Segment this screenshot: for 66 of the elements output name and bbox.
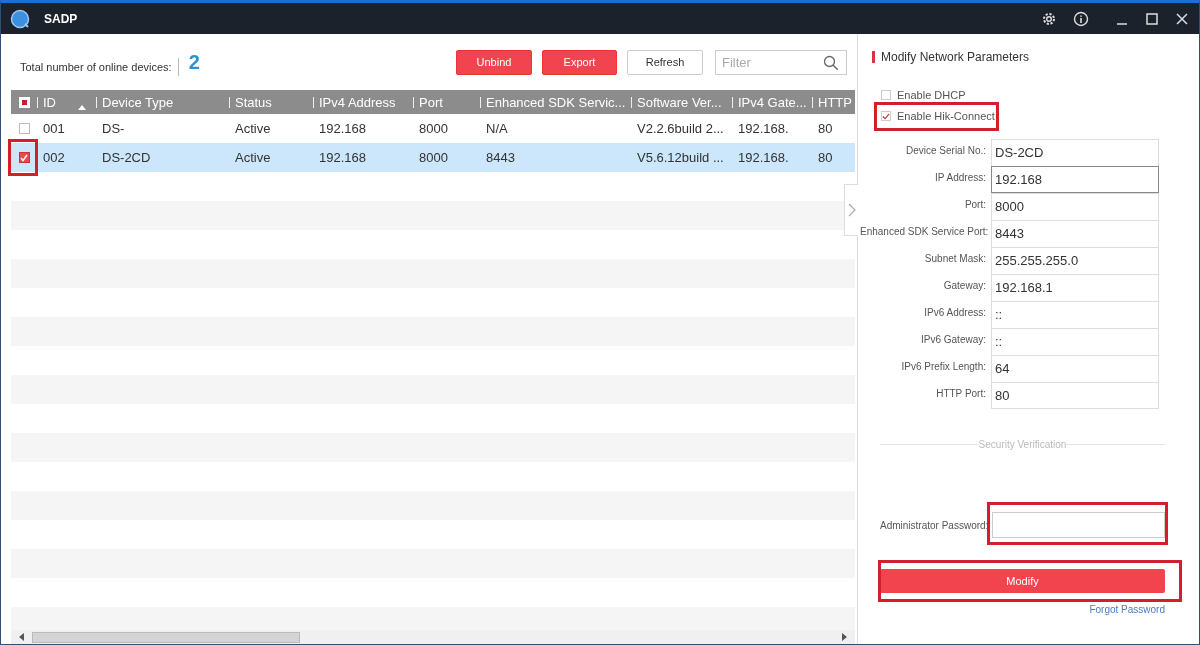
settings-icon[interactable] bbox=[1041, 10, 1057, 27]
maximize-icon[interactable] bbox=[1145, 11, 1159, 26]
field-label: IPv6 Gateway: bbox=[919, 333, 986, 347]
table-cell-text: 001 bbox=[42, 120, 66, 138]
select-all-checkbox[interactable] bbox=[18, 96, 30, 108]
table-cell-text: DS-2CD bbox=[101, 149, 152, 167]
field-label: Gateway: bbox=[942, 279, 986, 293]
table-cell-text: DS- bbox=[101, 120, 126, 138]
option-label: Enable Hik-Connect bbox=[897, 110, 995, 122]
field-label: IPv6 Address: bbox=[923, 306, 986, 320]
table-cell-text: 80 bbox=[817, 120, 834, 138]
device-count: 2 bbox=[188, 50, 200, 74]
field-label: Administrator Password: bbox=[880, 519, 989, 531]
input-field[interactable]: 80 bbox=[991, 382, 1159, 409]
input-field[interactable]: :: bbox=[991, 301, 1159, 328]
field-label: Enhanced SDK Service Port: bbox=[860, 225, 986, 239]
input-field[interactable]: 8000 bbox=[991, 193, 1159, 220]
table-cell-text: Active bbox=[234, 120, 272, 138]
info-icon[interactable] bbox=[1073, 10, 1089, 27]
field-label: Port: bbox=[963, 198, 986, 212]
password-field[interactable] bbox=[992, 512, 1165, 538]
field-label: IP Address: bbox=[934, 171, 986, 185]
input-field[interactable]: 255.255.255.0 bbox=[991, 247, 1159, 274]
table-cell-text: 80 bbox=[817, 149, 834, 167]
device-count-label: Total number of online devices: bbox=[20, 58, 179, 76]
forgot-password-link[interactable]: Forgot Password bbox=[1089, 604, 1165, 615]
table-cell-text: 192.168 bbox=[318, 149, 367, 167]
input-field[interactable]: 64 bbox=[991, 355, 1159, 382]
table-cell-text: V5.6.12build ... bbox=[636, 149, 725, 167]
close-icon[interactable] bbox=[1175, 11, 1189, 26]
field-label: Device Serial No.: bbox=[904, 144, 986, 158]
toolbar-button[interactable]: Unbind bbox=[456, 49, 532, 75]
toolbar-button[interactable]: Refresh bbox=[627, 49, 703, 75]
table-cell-text: 192.168. bbox=[737, 149, 790, 167]
section-heading: Security Verification bbox=[978, 439, 1067, 450]
input-field[interactable]: :: bbox=[991, 328, 1159, 355]
table-cell-text: V2.2.6build 2... bbox=[636, 120, 725, 138]
table-cell-text: Active bbox=[234, 149, 272, 167]
sort-up-icon bbox=[78, 103, 86, 110]
input-field[interactable]: DS-2CD bbox=[991, 139, 1159, 166]
field-label: HTTP Port: bbox=[935, 387, 986, 401]
field-label: Subnet Mask: bbox=[923, 252, 986, 266]
search-icon[interactable] bbox=[823, 54, 839, 71]
table-cell-text: 8000 bbox=[418, 149, 449, 167]
panel-title: Modify Network Parameters bbox=[872, 51, 1165, 63]
app-logo-icon[interactable] bbox=[10, 8, 30, 29]
option-label: Enable DHCP bbox=[897, 89, 966, 101]
window-title: SADP bbox=[44, 11, 78, 26]
table-cell-text: 192.168 bbox=[318, 120, 367, 138]
row-checkbox[interactable] bbox=[18, 123, 30, 134]
modify-button[interactable]: Modify bbox=[880, 569, 1165, 593]
input-field[interactable]: 192.168 bbox=[991, 166, 1159, 193]
panel-toggle-tab[interactable] bbox=[844, 184, 858, 236]
toolbar-button[interactable]: Export bbox=[542, 49, 617, 75]
filter-field[interactable]: Filter bbox=[715, 49, 847, 75]
table-cell-text: 002 bbox=[42, 149, 66, 167]
input-field[interactable]: 8443 bbox=[991, 220, 1159, 247]
input-field[interactable]: 192.168.1 bbox=[991, 274, 1159, 301]
table-cell-text: 8000 bbox=[418, 120, 449, 138]
row-checkbox[interactable] bbox=[18, 152, 30, 163]
table-cell-text: 8443 bbox=[485, 149, 516, 167]
table-row[interactable]: 002 DS-2CD Active 192.168 8000 8443 V5.6.12build ... 192.168. 80 bbox=[11, 143, 855, 172]
table-cell-text: 192.168. bbox=[737, 120, 790, 138]
option-checkbox[interactable] bbox=[881, 111, 891, 121]
table-cell-text: N/A bbox=[485, 120, 509, 138]
field-label: IPv6 Prefix Length: bbox=[900, 360, 986, 374]
